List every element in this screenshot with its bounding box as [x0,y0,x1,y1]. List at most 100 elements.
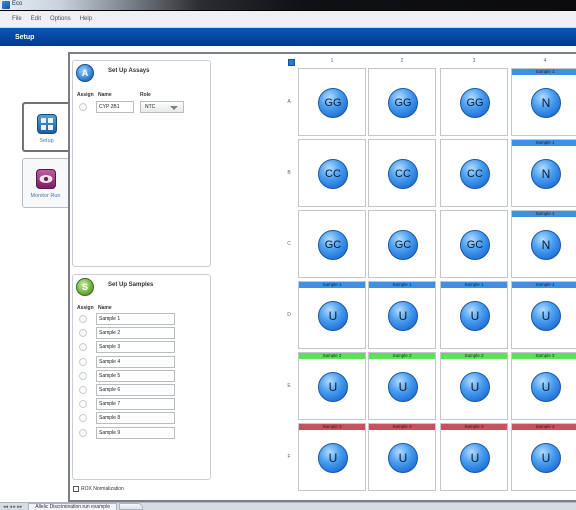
plate-column-label[interactable]: 1 [298,58,366,64]
assay-name-field[interactable]: CYP 2B1 [96,101,134,113]
plate-well[interactable]: GG [440,68,508,136]
plate-well[interactable]: Sample 1 N [511,68,576,136]
new-tab-button[interactable] [118,503,143,510]
well-genotype-call: N [531,230,561,260]
sample-assign-radio[interactable] [79,400,87,409]
sample-name-field[interactable]: Sample 9 [96,426,175,439]
plate-row-label[interactable]: F [284,454,294,460]
plate-well[interactable]: Sample 3 U [368,423,436,491]
sample-assign-radio[interactable] [79,428,87,437]
sample-assign-radio[interactable] [79,386,87,394]
sample-name-field[interactable]: Sample 7 [96,398,175,411]
plate-row-label[interactable]: D [284,312,294,318]
document-tab[interactable]: Allelic Discrimination run example [28,502,117,510]
menu-options[interactable]: Options [50,16,71,22]
plate-well[interactable]: Sample 3 U [440,423,508,491]
plate-row-label[interactable]: E [284,383,294,389]
plate-column-label[interactable]: 2 [368,58,436,64]
document-tab-label: Allelic Discrimination run example [35,504,110,510]
sample-assign-radio[interactable] [79,357,87,366]
plate-well[interactable]: Sample 2 U [440,352,508,420]
sample-assign-radio[interactable] [79,329,87,338]
plate-well[interactable]: GG [368,68,436,136]
menu-edit[interactable]: Edit [31,16,41,22]
eye-icon [35,169,56,189]
nav-tab-setup[interactable]: Setup [22,102,69,152]
plate-row-label[interactable]: C [284,241,294,247]
well-genotype-call: U [388,443,418,473]
plate-well[interactable]: Sample 1 U [511,281,576,349]
sample-name-field[interactable]: Sample 1 [96,313,175,325]
well-genotype-call: GG [460,88,490,118]
samples-badge-icon: S [76,278,94,296]
plate-well[interactable]: Sample 2 U [298,352,366,420]
plate-row-label[interactable]: B [284,170,294,176]
well-sample-label: Sample 1 [512,211,576,217]
assay-role-select[interactable]: NTC [140,101,184,113]
well-sample-label: Sample 2 [441,353,507,359]
well-sample-label: Sample 2 [299,353,365,359]
sample-assign-radio[interactable] [79,343,87,352]
plate-well[interactable]: Sample 1 U [368,281,436,349]
nav-label-monitor-run: Monitor Run [30,193,61,199]
plate-well[interactable]: Sample 2 U [511,352,576,420]
well-genotype-call: CC [460,159,490,189]
sample-name-value: Sample 1 [99,316,121,322]
tab-nav-arrows[interactable]: ◂◂ ◂ ▸ ▸▸ [3,504,22,510]
plate-well[interactable]: Sample 3 U [511,423,576,491]
plate-well[interactable]: Sample 1 N [511,210,576,278]
plate-well[interactable]: Sample 1 N [511,139,576,207]
sample-assign-radio[interactable] [79,371,87,380]
select-all-wells-button[interactable] [288,59,295,66]
plate-well[interactable]: CC [298,139,366,207]
plate-well[interactable]: Sample 1 U [298,281,366,349]
well-sample-label: Sample 1 [299,282,365,288]
plate-well[interactable]: GC [298,210,366,278]
samples-title: Set Up Samples [108,282,154,288]
well-genotype-call: U [460,443,490,473]
plate-well[interactable]: GG [298,68,366,136]
plate-grid-icon [36,114,57,134]
menu-help[interactable]: Help [80,16,92,22]
well-sample-label: Sample 1 [441,282,507,288]
rox-normalization[interactable]: ROX Normalization [73,486,124,492]
sample-assign-radio[interactable] [79,414,87,423]
samples-panel: S Set Up Samples Assign Name Sample 1 Sam… [72,274,211,480]
well-genotype-call: U [531,443,561,473]
app-icon [2,1,10,9]
rox-checkbox[interactable] [73,486,79,492]
plate-well[interactable]: CC [368,139,436,207]
plate-column-label[interactable]: 4 [511,58,576,64]
assay-assign-radio[interactable] [79,103,87,111]
plate-well[interactable]: Sample 1 U [440,281,508,349]
well-sample-label: Sample 1 [512,282,576,288]
plate-well[interactable]: GC [368,210,436,278]
sample-name-field[interactable]: Sample 2 [96,327,175,340]
plate-well[interactable]: GC [440,210,508,278]
well-sample-label: Sample 1 [512,69,576,75]
plate-well[interactable]: CC [440,139,508,207]
chevron-down-icon [170,106,178,110]
left-nav: Setup Monitor Run [22,102,70,208]
plate-column-label[interactable]: 3 [440,58,508,64]
plate-row-label[interactable]: A [284,99,294,105]
well-genotype-call: N [531,88,561,118]
nav-tab-monitor-run[interactable]: Monitor Run [22,158,69,208]
sample-name-field[interactable]: Sample 8 [96,412,175,425]
plate-well[interactable]: Sample 3 U [298,423,366,491]
well-genotype-call: U [531,301,561,331]
sample-name-field[interactable]: Sample 6 [96,384,175,396]
well-genotype-call: GC [388,230,418,260]
well-sample-label: Sample 2 [369,353,435,359]
menu-file[interactable]: File [12,16,22,22]
assays-col-assign: Assign [77,92,94,98]
sample-name-field[interactable]: Sample 3 [96,341,175,354]
window-title: Eco [12,1,23,7]
sample-name-field[interactable]: Sample 4 [96,355,175,368]
sample-name-field[interactable]: Sample 5 [96,369,175,382]
plate-well[interactable]: Sample 2 U [368,352,436,420]
sample-assign-radio[interactable] [79,315,87,323]
samples-col-name: Name [98,305,112,311]
assay-name-value: CYP 2B1 [99,104,120,110]
well-sample-label: Sample 1 [512,140,576,146]
